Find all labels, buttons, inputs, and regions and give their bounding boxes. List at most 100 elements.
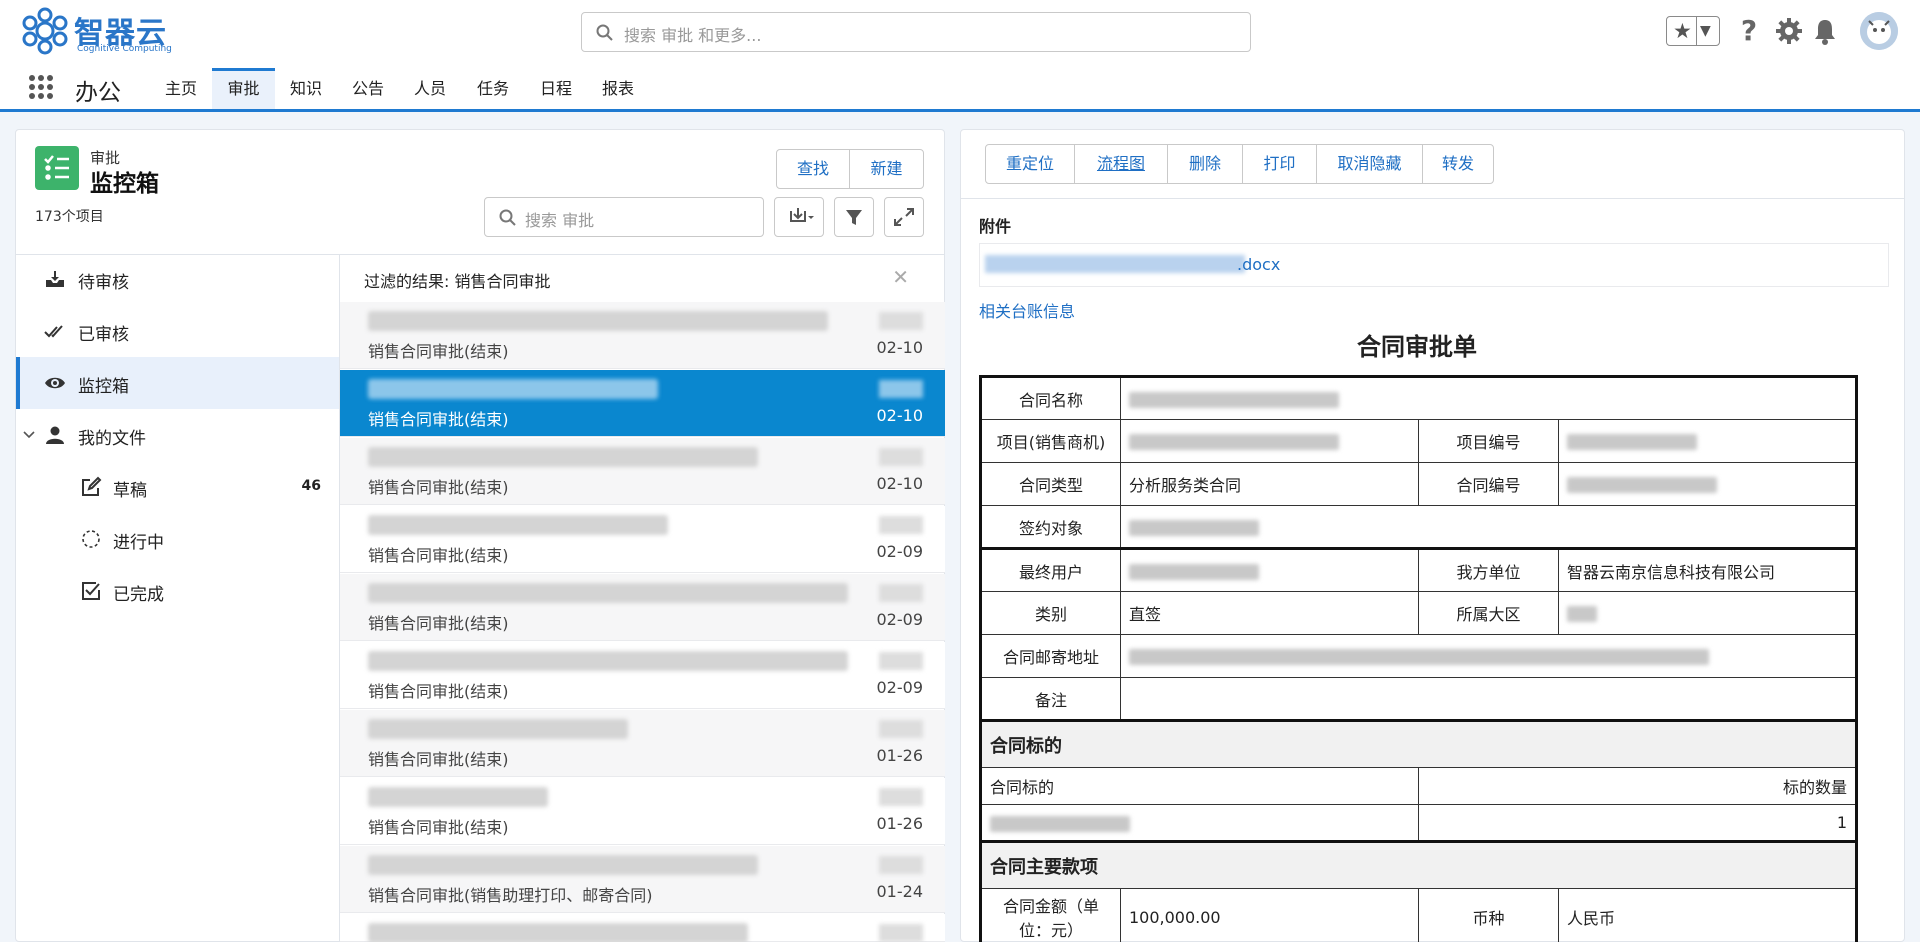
list-item[interactable]: 销售合同审批(结束) 02-10 <box>340 302 945 369</box>
double-check-icon <box>44 325 63 338</box>
redacted-title <box>368 379 658 399</box>
search-placeholder: 搜索 审批 <box>525 211 595 230</box>
app-launcher-icon[interactable] <box>28 74 54 100</box>
inbox-download-icon <box>46 271 64 287</box>
tab-people[interactable]: 人员 <box>401 68 459 109</box>
field-label: 合同类型 <box>980 462 1121 506</box>
field-label: 币种 <box>1418 888 1559 942</box>
list-item-date: 01-26 <box>876 746 924 765</box>
find-button[interactable]: 查找 <box>777 150 850 188</box>
chevron-down-icon[interactable] <box>22 428 36 442</box>
sidebar-item-label: 我的文件 <box>78 429 146 449</box>
column-header: 合同标的 <box>980 767 1419 805</box>
remark-value <box>1120 677 1857 721</box>
checklist-icon <box>35 146 79 190</box>
sidebar-item-my-files[interactable]: 我的文件 <box>16 409 339 461</box>
favorites-button[interactable]: ★ ▼ <box>1666 16 1720 46</box>
count-badge: 46 <box>301 478 321 494</box>
project-no-value <box>1558 419 1857 463</box>
list-item-selected[interactable]: 销售合同审批(结束) 02-10 <box>340 370 945 437</box>
download-button[interactable] <box>774 197 824 237</box>
list-item[interactable]: 销售合同审批(结束) 02-09 <box>340 506 945 573</box>
sidebar-item-drafts[interactable]: 草稿 46 <box>16 461 339 513</box>
new-button[interactable]: 新建 <box>850 150 923 188</box>
field-label: 项目编号 <box>1418 419 1559 463</box>
delete-button[interactable]: 删除 <box>1168 145 1243 183</box>
redacted-title <box>368 515 668 535</box>
subject-value <box>980 804 1419 842</box>
search-icon <box>596 24 613 41</box>
redacted-tag <box>879 380 923 398</box>
field-label: 最终用户 <box>980 547 1121 592</box>
list-item-date: 02-09 <box>876 610 924 629</box>
list-item-subtitle: 销售合同审批(结束) <box>368 818 509 837</box>
tab-home[interactable]: 主页 <box>152 68 210 109</box>
tab-announcement[interactable]: 公告 <box>339 68 397 109</box>
list-item-date: 01-24 <box>876 882 924 901</box>
redacted-title <box>368 447 758 467</box>
star-icon: ★ <box>1673 19 1692 43</box>
party-value <box>1120 505 1857 549</box>
list-item[interactable]: 销售合同审批(结束) 02-09 <box>340 574 945 641</box>
sidebar-item-completed[interactable]: 已完成 <box>16 565 339 617</box>
help-icon[interactable]: ? <box>1734 16 1764 46</box>
tab-reports[interactable]: 报表 <box>589 68 647 109</box>
sidebar-item-monitor[interactable]: 监控箱 <box>16 357 339 409</box>
redacted-title <box>368 311 828 331</box>
field-label: 合同编号 <box>1418 462 1559 506</box>
filter-text: 过滤的结果: 销售合同审批 <box>364 272 551 291</box>
search-placeholder: 搜索 审批 和更多... <box>624 26 762 45</box>
tab-knowledge[interactable]: 知识 <box>277 68 335 109</box>
print-button[interactable]: 打印 <box>1243 145 1317 183</box>
tab-tasks[interactable]: 任务 <box>464 68 522 109</box>
redacted-title <box>368 855 758 875</box>
close-icon[interactable]: ✕ <box>892 265 909 289</box>
sidebar-item-label: 已审核 <box>78 325 129 345</box>
logo-icon <box>22 7 68 55</box>
forward-button[interactable]: 转发 <box>1423 145 1493 183</box>
attachment-link[interactable]: .docx <box>1237 255 1280 274</box>
list-item[interactable]: 销售合同审批(销售助理打印、邮寄合同) 01-24 <box>340 846 945 913</box>
list-item[interactable]: 销售合同审批(结束) 01-26 <box>340 710 945 777</box>
project-value <box>1120 419 1419 463</box>
list-item-date: 02-09 <box>876 678 924 697</box>
list-item[interactable]: 销售合同审批(结束) 02-09 <box>340 642 945 709</box>
region-value <box>1558 591 1857 635</box>
gear-icon[interactable] <box>1774 16 1804 46</box>
flowchart-button[interactable]: 流程图 <box>1075 145 1168 183</box>
list-search-input[interactable]: 搜索 审批 <box>484 197 764 237</box>
relocate-button[interactable]: 重定位 <box>986 145 1075 183</box>
list-item[interactable]: 销售合同审批(结束) 02-10 <box>340 438 945 505</box>
tab-calendar[interactable]: 日程 <box>527 68 585 109</box>
unhide-button[interactable]: 取消隐藏 <box>1317 145 1423 183</box>
list-item[interactable] <box>340 914 945 942</box>
avatar[interactable] <box>1860 12 1898 50</box>
list-item-subtitle: 销售合同审批(结束) <box>368 750 509 769</box>
page-title: 监控箱 <box>90 171 159 197</box>
sidebar-item-reviewed[interactable]: 已审核 <box>16 305 339 357</box>
global-search-input[interactable]: 搜索 审批 和更多... <box>581 12 1251 52</box>
section-heading: 合同标的 <box>980 719 1857 768</box>
expand-button[interactable] <box>884 197 924 237</box>
sidebar-item-in-progress[interactable]: 进行中 <box>16 513 339 565</box>
redacted-filename[interactable] <box>985 255 1245 273</box>
edit-icon <box>82 476 102 496</box>
currency-value: 人民币 <box>1558 888 1857 942</box>
category-value: 直签 <box>1120 591 1419 635</box>
list-item-subtitle: 销售合同审批(结束) <box>368 478 509 497</box>
item-count: 173个项目 <box>35 209 104 225</box>
our-unit-value: 智器云南京信息科技有限公司 <box>1558 547 1857 592</box>
bell-icon[interactable] <box>1810 16 1840 46</box>
sidebar-item-label: 草稿 <box>113 481 147 501</box>
redacted-title <box>368 787 548 807</box>
redacted-tag <box>879 312 923 330</box>
sidebar-item-pending[interactable]: 待审核 <box>16 253 339 305</box>
tab-approval[interactable]: 审批 <box>212 68 275 109</box>
filter-button[interactable] <box>834 197 874 237</box>
chevron-down-icon[interactable]: ▼ <box>1700 23 1711 39</box>
ledger-info-link[interactable]: 相关台账信息 <box>979 298 1075 322</box>
list-item[interactable]: 销售合同审批(结束) 01-26 <box>340 778 945 845</box>
redacted-tag <box>879 516 923 534</box>
expand-icon <box>894 208 914 226</box>
contract-approval-form: 合同名称 项目(销售商机) 项目编号 合同类型 分析服务类合同 合同编号 签约对… <box>979 375 1858 942</box>
